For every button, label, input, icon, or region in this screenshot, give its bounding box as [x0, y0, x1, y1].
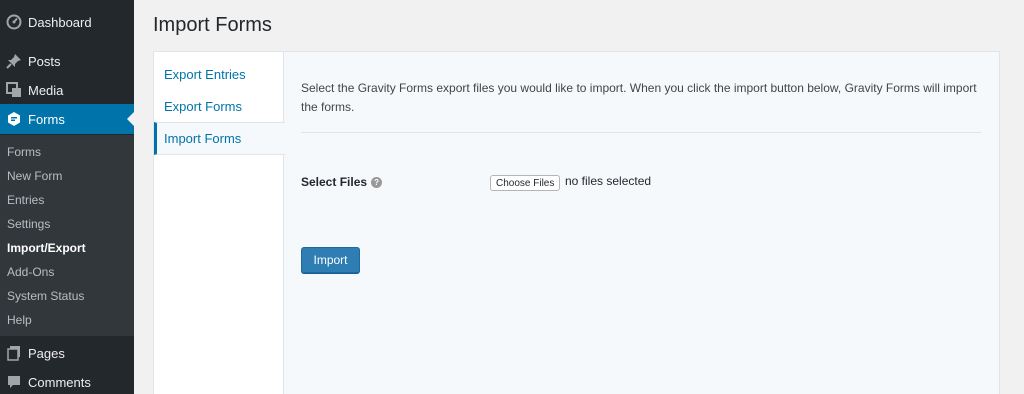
choose-files-button[interactable]: Choose Files	[490, 175, 561, 191]
submenu-item-settings[interactable]: Settings	[7, 217, 50, 231]
menu-label: Pages	[28, 345, 65, 361]
submenu-item-help[interactable]: Help	[7, 313, 32, 327]
tab-export-forms[interactable]: Export Forms	[154, 90, 284, 123]
help-icon[interactable]: ?	[371, 176, 383, 188]
tab-export-entries[interactable]: Export Entries	[154, 58, 284, 91]
forms-icon	[0, 111, 28, 127]
menu-item-pages[interactable]: Pages	[0, 339, 134, 367]
admin-sidebar: Dashboard Posts Media Forms Forms New Fo…	[0, 0, 134, 394]
menu-item-media[interactable]: Media	[0, 76, 134, 104]
submenu-item-add-ons[interactable]: Add-Ons	[7, 265, 54, 279]
import-export-panel: Export Entries Export Forms Import Forms…	[153, 51, 1000, 394]
pin-icon	[0, 53, 28, 69]
file-status-text: no files selected	[565, 174, 652, 188]
menu-label: Media	[28, 82, 64, 98]
submenu-item-forms[interactable]: Forms	[7, 145, 41, 159]
import-content: Select the Gravity Forms export files yo…	[285, 52, 999, 394]
dashboard-icon	[0, 14, 28, 30]
select-files-label: Select Files ?	[301, 175, 383, 189]
menu-label: Comments	[28, 374, 91, 390]
media-icon	[0, 82, 28, 98]
divider	[301, 132, 981, 133]
submenu-item-system-status[interactable]: System Status	[7, 289, 84, 303]
submenu-item-entries[interactable]: Entries	[7, 193, 44, 207]
tab-list: Export Entries Export Forms Import Forms	[154, 52, 285, 394]
menu-label: Dashboard	[28, 14, 92, 30]
forms-submenu: Forms New Form Entries Settings Import/E…	[0, 135, 134, 336]
pages-icon	[0, 345, 28, 361]
import-description: Select the Gravity Forms export files yo…	[301, 81, 977, 114]
submenu-item-new-form[interactable]: New Form	[7, 169, 62, 183]
menu-item-posts[interactable]: Posts	[0, 47, 134, 75]
comments-icon	[0, 374, 28, 390]
page-title: Import Forms	[153, 14, 272, 36]
submenu-item-import-export[interactable]: Import/Export	[7, 241, 86, 255]
select-files-text: Select Files	[301, 175, 368, 189]
menu-item-forms[interactable]: Forms	[0, 104, 134, 134]
import-button[interactable]: Import	[301, 247, 360, 273]
menu-item-dashboard[interactable]: Dashboard	[0, 8, 134, 36]
menu-label: Posts	[28, 53, 61, 69]
menu-label: Forms	[28, 111, 65, 127]
tab-import-forms[interactable]: Import Forms	[154, 122, 285, 155]
menu-item-comments[interactable]: Comments	[0, 368, 134, 394]
